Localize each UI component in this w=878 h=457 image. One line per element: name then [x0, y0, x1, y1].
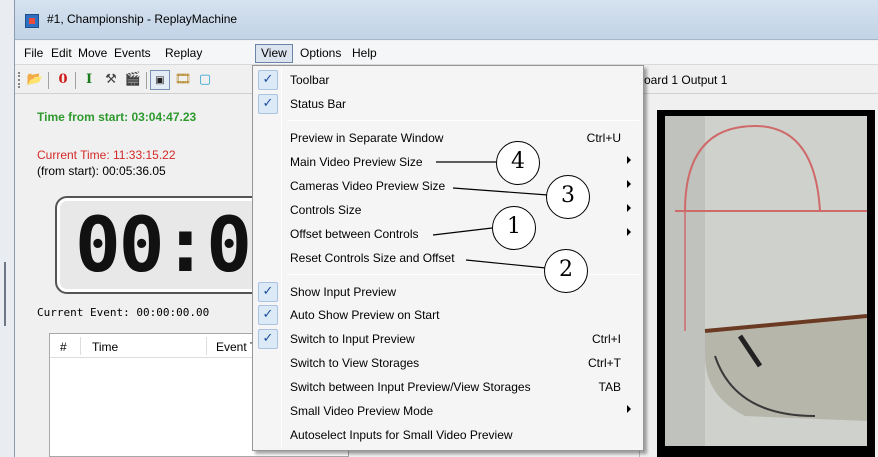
menu-item-label: Show Input Preview	[290, 285, 397, 299]
menu-item-label: Switch to View Storages	[290, 356, 420, 370]
submenu-arrow-icon	[627, 405, 631, 413]
menu-item-preview-separate-window[interactable]: Preview in Separate Window Ctrl+U	[255, 127, 641, 149]
menu-item-label: Switch to Input Preview	[290, 332, 415, 346]
menu-item-label: Toolbar	[290, 73, 330, 87]
clapper-icon[interactable]: 🎬	[123, 70, 143, 90]
menu-item-shortcut: Ctrl+I	[591, 332, 621, 346]
current-time: Current Time: 11:33:15.22	[37, 148, 176, 162]
menu-item-switch-to-view-storages[interactable]: Switch to View Storages Ctrl+T	[255, 352, 641, 374]
menu-item-autoselect-inputs[interactable]: Autoselect Inputs for Small Video Previe…	[255, 424, 641, 446]
app-icon	[25, 14, 39, 28]
menu-item-shortcut: Ctrl+T	[588, 356, 621, 370]
toolbar-separator	[75, 72, 76, 89]
video-preview[interactable]	[657, 110, 875, 457]
column-time[interactable]: Time	[92, 340, 118, 354]
monitor-icon[interactable]: ▢	[195, 70, 215, 90]
filmstrip-icon[interactable]: 🎞	[173, 70, 193, 90]
menu-item-offset-between-controls[interactable]: Offset between Controls	[255, 223, 641, 245]
menu-options[interactable]: Options	[295, 45, 346, 62]
menu-item-label: Reset Controls Size and Offset	[290, 251, 455, 265]
window-title: #1, Championship - ReplayMachine	[47, 12, 238, 26]
menu-item-shortcut: TAB	[598, 380, 621, 394]
callout-number: 3	[546, 175, 590, 219]
current-event: Current Event: 00:00:00.00	[37, 306, 210, 319]
menu-item-switch-between-preview-storages[interactable]: Switch between Input Preview/View Storag…	[255, 376, 641, 398]
edge-marker	[4, 262, 6, 326]
column-divider[interactable]	[206, 337, 207, 355]
callout-number: 2	[544, 249, 588, 293]
menu-view[interactable]: View	[255, 44, 293, 63]
menu-item-label: Controls Size	[290, 203, 362, 217]
menu-item-label: Status Bar	[290, 97, 347, 111]
submenu-arrow-icon	[627, 156, 631, 164]
menu-help[interactable]: Help	[347, 45, 382, 62]
open-folder-icon[interactable]: 📂	[25, 70, 45, 90]
menu-item-toolbar[interactable]: ✓ Toolbar	[255, 69, 641, 91]
check-icon: ✓	[258, 329, 278, 349]
elapsed-from-start: (from start): 00:05:36.05	[37, 164, 166, 178]
menu-file[interactable]: File	[19, 45, 48, 62]
toolbar-separator	[48, 72, 49, 89]
time-from-start: Time from start: 03:04:47.23	[37, 110, 197, 124]
menu-item-shortcut: Ctrl+U	[586, 131, 621, 145]
menu-move[interactable]: Move	[73, 45, 112, 62]
timer-display: 00:05:3	[55, 196, 383, 294]
check-icon: ✓	[258, 94, 278, 114]
menu-item-label: Cameras Video Preview Size	[290, 179, 446, 193]
menu-separator	[287, 120, 639, 121]
check-icon: ✓	[258, 70, 278, 90]
menu-item-label: Preview in Separate Window	[290, 131, 444, 145]
submenu-arrow-icon	[627, 180, 631, 188]
column-number[interactable]: #	[60, 340, 67, 354]
text-cursor-icon[interactable]: I	[79, 70, 99, 90]
menu-item-label: Small Video Preview Mode	[290, 404, 434, 418]
input-preview-icon[interactable]: ▣	[150, 70, 170, 90]
callout-number: 4	[496, 141, 540, 185]
background-window-edge	[0, 0, 14, 457]
check-icon: ✓	[258, 282, 278, 302]
menu-item-status-bar[interactable]: ✓ Status Bar	[255, 93, 641, 115]
toolbar-grip[interactable]	[18, 72, 21, 88]
submenu-arrow-icon	[627, 228, 631, 236]
menu-item-switch-to-input-preview[interactable]: ✓ Switch to Input Preview Ctrl+I	[255, 328, 641, 350]
view-menu-dropdown: ✓ Toolbar ✓ Status Bar Preview in Separa…	[252, 65, 644, 451]
title-bar: #1, Championship - ReplayMachine	[15, 0, 878, 40]
menu-events[interactable]: Events	[109, 45, 156, 62]
callout-number: 1	[492, 206, 536, 250]
menu-item-label: Auto Show Preview on Start	[290, 308, 440, 322]
menu-bar: File Edit Move Events Replay View Option…	[15, 41, 878, 65]
menu-item-main-video-preview-size[interactable]: Main Video Preview Size	[255, 151, 641, 173]
menu-item-label: Autoselect Inputs for Small Video Previe…	[290, 428, 513, 442]
check-icon: ✓	[258, 305, 278, 325]
menu-replay[interactable]: Replay	[160, 45, 207, 62]
tools-icon[interactable]: ⚒	[101, 70, 121, 90]
submenu-arrow-icon	[627, 204, 631, 212]
menu-item-label: Offset between Controls	[290, 227, 419, 241]
menu-item-label: Switch between Input Preview/View Storag…	[290, 380, 531, 394]
column-divider[interactable]	[80, 337, 81, 355]
menu-item-auto-show-preview[interactable]: ✓ Auto Show Preview on Start	[255, 304, 641, 326]
video-frame	[665, 116, 867, 446]
ice-rink-image	[665, 116, 867, 446]
menu-item-small-video-preview-mode[interactable]: Small Video Preview Mode	[255, 400, 641, 422]
record-zero-icon[interactable]: 0	[53, 70, 73, 90]
menu-item-label: Main Video Preview Size	[290, 155, 423, 169]
toolbar-separator	[146, 72, 147, 89]
